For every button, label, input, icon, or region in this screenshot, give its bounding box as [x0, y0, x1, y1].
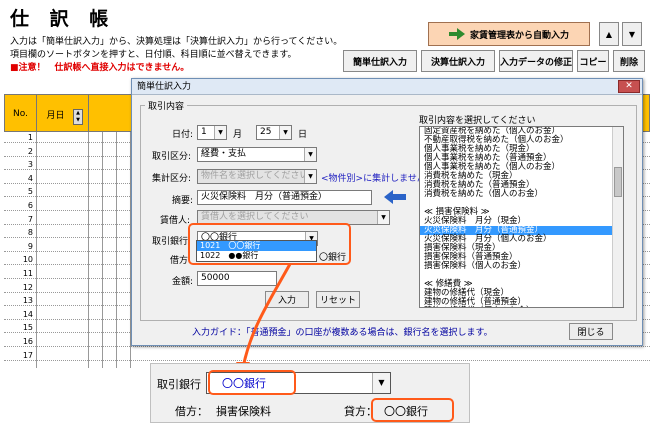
callout-arrows — [236, 263, 410, 402]
zoom-debit-label: 借方： — [175, 405, 208, 418]
zoom-debit-value: 損害保険料 — [216, 405, 271, 418]
zoom-highlight-credit — [371, 398, 454, 422]
zoom-bank-label: 取引銀行 — [157, 378, 201, 391]
zoom-highlight-bank — [208, 370, 296, 395]
chevron-down-icon: ▼ — [372, 373, 390, 393]
